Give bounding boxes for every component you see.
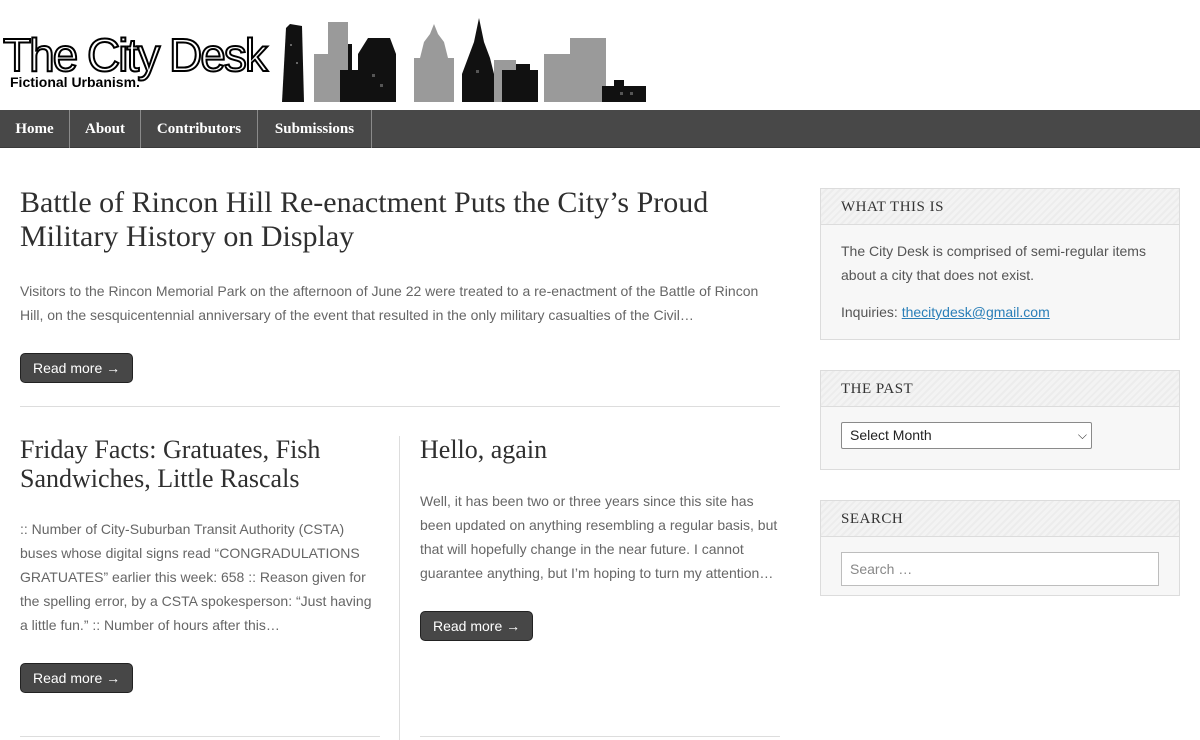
nav-contributors[interactable]: Contributors: [141, 110, 258, 148]
widget-about-text: The City Desk is comprised of semi-regul…: [841, 243, 1146, 283]
skyline-illustration: [282, 18, 646, 102]
read-more-button[interactable]: Read more →: [20, 663, 134, 693]
widget-search: SEARCH Search …: [820, 500, 1180, 596]
widget-archive: THE PAST Select Month ⌵: [820, 370, 1180, 470]
widget-title: WHAT THIS IS: [821, 189, 1179, 225]
nav-about[interactable]: About: [70, 110, 141, 148]
post-title[interactable]: Battle of Rincon Hill Re-enactment Puts …: [20, 186, 780, 254]
site-logo[interactable]: The City Desk Fictional Urbanism.: [0, 14, 650, 102]
site-title: The City Desk: [2, 29, 269, 81]
nav-home[interactable]: Home: [0, 110, 70, 148]
widget-title: SEARCH: [821, 501, 1179, 537]
email-link[interactable]: thecitydesk@gmail.com: [902, 304, 1050, 320]
post-excerpt: :: Number of City-Suburban Transit Autho…: [20, 521, 372, 633]
nav-submissions[interactable]: Submissions: [258, 110, 372, 148]
inquiries-label: Inquiries:: [841, 304, 898, 320]
site-header: The City Desk Fictional Urbanism.: [0, 0, 1200, 110]
archive-select-value: Select Month: [850, 427, 932, 443]
post-title[interactable]: Hello, again: [420, 435, 780, 464]
search-input[interactable]: Search …: [841, 552, 1159, 586]
divider: [420, 736, 780, 737]
chevron-down-icon: ⌵: [1077, 428, 1087, 442]
archive-month-select[interactable]: Select Month ⌵: [841, 422, 1092, 449]
main-nav: Home About Contributors Submissions: [0, 110, 1200, 148]
inquiries-line: Inquiries: thecitydesk@gmail.com: [841, 300, 1159, 324]
read-more-button[interactable]: Read more →: [420, 611, 534, 641]
post-excerpt: Well, it has been two or three years sin…: [420, 493, 778, 581]
widget-about: WHAT THIS IS The City Desk is comprised …: [820, 188, 1180, 340]
site-tagline: Fictional Urbanism.: [10, 74, 140, 90]
read-more-button[interactable]: Read more →: [20, 353, 134, 383]
column-divider: [399, 436, 400, 740]
post-excerpt: Visitors to the Rincon Memorial Park on …: [20, 283, 759, 323]
post-title[interactable]: Friday Facts: Gratuates, Fish Sandwiches…: [20, 435, 380, 493]
divider: [20, 406, 780, 407]
widget-title: THE PAST: [821, 371, 1179, 407]
divider: [20, 736, 380, 737]
